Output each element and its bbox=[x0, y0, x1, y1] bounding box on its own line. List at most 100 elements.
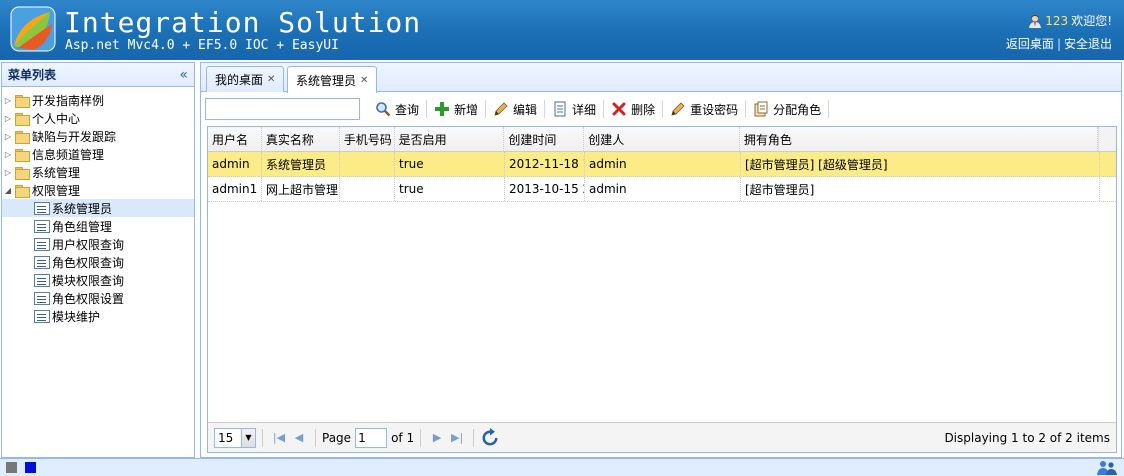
expand-arrow-icon[interactable]: ▷ bbox=[2, 132, 14, 141]
pager-separator bbox=[420, 428, 422, 447]
folder-icon bbox=[14, 112, 30, 126]
tree-node-label: 缺陷与开发跟踪 bbox=[32, 129, 117, 144]
tab-label: 系统管理员 bbox=[296, 73, 357, 88]
logout-link[interactable]: 安全退出 bbox=[1064, 37, 1112, 51]
search-input[interactable] bbox=[205, 98, 360, 120]
tree-node-label: 系统管理 bbox=[32, 165, 81, 180]
collapse-left-icon[interactable]: « bbox=[179, 67, 188, 83]
next-page-icon[interactable]: ▶ bbox=[427, 428, 447, 448]
link-separator: | bbox=[1056, 37, 1061, 51]
page-icon bbox=[34, 309, 50, 323]
tab-my-desktop[interactable]: 我的桌面 ✕ bbox=[206, 66, 285, 92]
table-cell bbox=[340, 152, 395, 176]
menu-panel: 菜单列表 « ▷ 开发指南样例 ▷ 个人中心 ▷ 缺陷与开发跟踪 ▷ 信息频道管… bbox=[1, 62, 195, 458]
tree-node-label: 用户权限查询 bbox=[52, 237, 125, 252]
tree-node-role-permission-query[interactable]: 角色权限查询 bbox=[2, 253, 194, 271]
query-button-label: 查询 bbox=[395, 102, 420, 117]
column-header[interactable]: 真实名称 bbox=[262, 127, 340, 151]
online-users-icon[interactable] bbox=[1096, 459, 1118, 476]
detail-button[interactable]: 详细 bbox=[545, 97, 603, 121]
refresh-icon[interactable] bbox=[480, 427, 500, 448]
users-grid: 用户名 真实名称 手机号码 是否启用 创建时间 创建人 拥有角色 admin 系… bbox=[207, 126, 1117, 453]
tree-node-personal-center[interactable]: ▷ 个人中心 bbox=[2, 109, 194, 127]
tree-node-defect-tracking[interactable]: ▷ 缺陷与开发跟踪 bbox=[2, 127, 194, 145]
table-row[interactable]: admin1 网上超市管理 true 2013-10-15 2 admin [超… bbox=[208, 177, 1116, 202]
table-row[interactable]: admin 系统管理员 true 2012-11-18 1 admin [超市管… bbox=[208, 152, 1116, 177]
user-avatar-icon bbox=[1029, 14, 1042, 28]
tree-node-dev-guide[interactable]: ▷ 开发指南样例 bbox=[2, 91, 194, 109]
folder-icon bbox=[14, 94, 30, 108]
page-total-label: of 1 bbox=[391, 430, 415, 445]
table-cell: 2013-10-15 2 bbox=[505, 177, 585, 201]
tree-node-info-channel[interactable]: ▷ 信息频道管理 bbox=[2, 145, 194, 163]
delete-button[interactable]: 删除 bbox=[604, 97, 662, 121]
tree-node-user-permission-query[interactable]: 用户权限查询 bbox=[2, 235, 194, 253]
tree-node-module-maintenance[interactable]: 模块维护 bbox=[2, 307, 194, 325]
folder-icon bbox=[14, 148, 30, 162]
column-header[interactable]: 拥有角色 bbox=[740, 127, 1099, 151]
detail-button-label: 详细 bbox=[572, 102, 597, 117]
expand-arrow-icon[interactable]: ▷ bbox=[2, 114, 14, 123]
tree-node-label: 角色权限查询 bbox=[52, 255, 125, 270]
chevron-down-icon[interactable]: ▼ bbox=[241, 428, 255, 447]
page-icon bbox=[34, 219, 50, 233]
close-icon[interactable]: ✕ bbox=[360, 75, 368, 86]
query-button[interactable]: 查询 bbox=[368, 97, 426, 121]
status-square-icon bbox=[6, 462, 17, 473]
tab-sys-admin[interactable]: 系统管理员 ✕ bbox=[287, 66, 378, 93]
close-icon[interactable]: ✕ bbox=[267, 74, 275, 85]
table-cell: true bbox=[395, 177, 505, 201]
table-cell: [超市管理员] bbox=[741, 177, 1100, 201]
pager-info: Displaying 1 to 2 of 2 items bbox=[944, 430, 1110, 445]
folder-open-icon bbox=[14, 184, 30, 198]
main-content: 我的桌面 ✕ 系统管理员 ✕ 查询 新增 编辑 详细 删除 重设密码 分配角色 … bbox=[200, 62, 1122, 458]
edit-button[interactable]: 编辑 bbox=[486, 97, 544, 121]
tree-node-role-permission-setting[interactable]: 角色权限设置 bbox=[2, 289, 194, 307]
expand-arrow-icon[interactable]: ▷ bbox=[2, 168, 14, 177]
table-cell: admin bbox=[208, 152, 262, 176]
table-cell: admin1 bbox=[208, 177, 262, 201]
edit-button-label: 编辑 bbox=[513, 102, 538, 117]
tree-node-permission-management[interactable]: ◢ 权限管理 bbox=[2, 181, 194, 199]
tree-node-system-management[interactable]: ▷ 系统管理 bbox=[2, 163, 194, 181]
grid-header: 用户名 真实名称 手机号码 是否启用 创建时间 创建人 拥有角色 bbox=[208, 127, 1117, 152]
toolbar-separator bbox=[828, 100, 830, 118]
tree-node-role-group[interactable]: 角色组管理 bbox=[2, 217, 194, 235]
tree-node-sys-admin[interactable]: 系统管理员 bbox=[2, 199, 194, 217]
user-area: 123 欢迎您! 返回桌面 | 安全退出 bbox=[1006, 12, 1112, 52]
column-header[interactable]: 用户名 bbox=[208, 127, 262, 151]
tree-node-label: 模块维护 bbox=[52, 309, 101, 324]
delete-button-label: 删除 bbox=[631, 102, 656, 117]
first-page-icon[interactable]: |◀ bbox=[269, 428, 289, 448]
page-size-select[interactable]: 15 ▼ bbox=[214, 427, 256, 448]
welcome-text: 欢迎您! bbox=[1071, 14, 1112, 28]
assign-role-button[interactable]: 分配角色 bbox=[746, 97, 828, 121]
last-page-icon[interactable]: ▶| bbox=[447, 428, 467, 448]
page-icon bbox=[34, 291, 50, 305]
page-icon bbox=[34, 273, 50, 287]
column-header[interactable]: 手机号码 bbox=[340, 127, 395, 151]
page-number-input[interactable] bbox=[355, 427, 388, 448]
prev-page-icon[interactable]: ◀ bbox=[289, 428, 309, 448]
expand-arrow-icon[interactable]: ▷ bbox=[2, 150, 14, 159]
tree-node-module-permission-query[interactable]: 模块权限查询 bbox=[2, 271, 194, 289]
tree-node-label: 信息频道管理 bbox=[32, 147, 105, 162]
menu-panel-header: 菜单列表 « bbox=[2, 63, 194, 87]
role-assign-icon bbox=[754, 101, 768, 117]
table-cell: 网上超市管理 bbox=[262, 177, 340, 201]
app-title: Integration Solution bbox=[64, 6, 422, 39]
back-to-desktop-link[interactable]: 返回桌面 bbox=[1006, 37, 1054, 51]
reset-password-button[interactable]: 重设密码 bbox=[663, 97, 745, 121]
tree-node-label: 开发指南样例 bbox=[32, 93, 105, 108]
pager-separator bbox=[315, 428, 316, 447]
column-header[interactable]: 创建人 bbox=[584, 127, 740, 151]
expand-arrow-icon[interactable]: ▷ bbox=[2, 96, 14, 105]
grid-toolbar: 查询 新增 编辑 详细 删除 重设密码 分配角色 bbox=[205, 95, 830, 123]
column-header[interactable]: 创建时间 bbox=[504, 127, 585, 151]
column-header[interactable]: 是否启用 bbox=[395, 127, 505, 151]
tabs-bar: 我的桌面 ✕ 系统管理员 ✕ bbox=[201, 63, 1121, 93]
collapse-arrow-icon[interactable]: ◢ bbox=[2, 186, 14, 195]
document-icon bbox=[554, 101, 566, 117]
folder-icon bbox=[14, 166, 30, 180]
add-button[interactable]: 新增 bbox=[427, 97, 485, 121]
